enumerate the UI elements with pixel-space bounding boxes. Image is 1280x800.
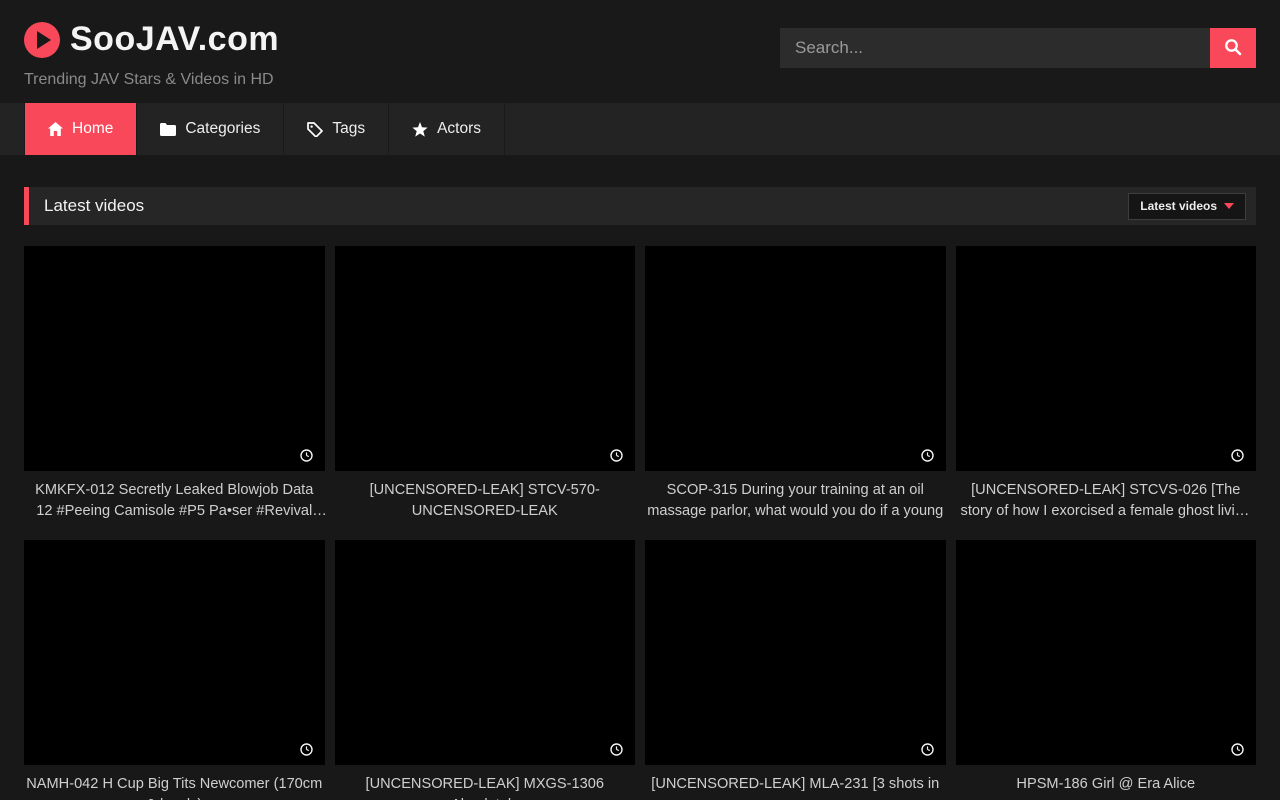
video-card: KMKFX-012 Secretly Leaked Blowjob Data 1… <box>24 246 325 522</box>
sort-dropdown-label: Latest videos <box>1140 199 1217 213</box>
clock-icon <box>300 449 313 462</box>
star-icon <box>412 122 428 137</box>
video-card: [UNCENSORED-LEAK] STCVS-026 [The story o… <box>956 246 1257 522</box>
video-title[interactable]: [UNCENSORED-LEAK] MLA-231 [3 shots in <box>645 774 946 795</box>
clock-icon <box>921 449 934 462</box>
video-thumbnail[interactable] <box>24 246 325 471</box>
video-card: [UNCENSORED-LEAK] MLA-231 [3 shots in <box>645 540 946 800</box>
video-title[interactable]: HPSM-186 Girl @ Era Alice <box>956 774 1257 795</box>
video-thumbnail[interactable] <box>645 246 946 471</box>
clock-icon <box>1231 449 1244 462</box>
clock-icon <box>610 449 623 462</box>
video-thumbnail[interactable] <box>24 540 325 765</box>
clock-icon <box>921 743 934 756</box>
video-title[interactable]: [UNCENSORED-LEAK] STCVS-026 [The story o… <box>956 480 1257 522</box>
video-title[interactable]: [UNCENSORED-LEAK] MXGS-1306 Absolutely <box>335 774 636 800</box>
search-form <box>780 28 1256 68</box>
video-thumbnail[interactable] <box>645 540 946 765</box>
logo[interactable]: SooJAV.com Trending JAV Stars & Videos i… <box>24 20 279 89</box>
video-card: [UNCENSORED-LEAK] STCV-570-UNCENSORED-LE… <box>335 246 636 522</box>
nav-label: Categories <box>185 120 260 138</box>
section-title: Latest videos <box>44 196 144 216</box>
nav-item-home[interactable]: Home <box>24 103 137 155</box>
nav-item-tags[interactable]: Tags <box>284 103 389 155</box>
video-thumbnail[interactable] <box>956 246 1257 471</box>
video-title[interactable]: [UNCENSORED-LEAK] STCV-570-UNCENSORED-LE… <box>335 480 636 522</box>
search-input[interactable] <box>780 28 1210 68</box>
video-title[interactable]: KMKFX-012 Secretly Leaked Blowjob Data 1… <box>24 480 325 522</box>
nav-item-actors[interactable]: Actors <box>389 103 505 155</box>
nav-label: Tags <box>332 120 365 138</box>
clock-icon <box>300 743 313 756</box>
chevron-down-icon <box>1224 203 1234 209</box>
nav-item-categories[interactable]: Categories <box>137 103 284 155</box>
sort-dropdown-button[interactable]: Latest videos <box>1128 193 1246 220</box>
home-icon <box>48 122 63 136</box>
tag-icon <box>307 122 323 137</box>
video-card: [UNCENSORED-LEAK] MXGS-1306 Absolutely <box>335 540 636 800</box>
video-thumbnail[interactable] <box>335 246 636 471</box>
site-tagline: Trending JAV Stars & Videos in HD <box>24 71 279 89</box>
video-title[interactable]: SCOP-315 During your training at an oil … <box>645 480 946 522</box>
search-button[interactable] <box>1210 28 1256 68</box>
video-thumbnail[interactable] <box>335 540 636 765</box>
video-card: NAMH-042 H Cup Big Tits Newcomer (170cm … <box>24 540 325 800</box>
video-grid: KMKFX-012 Secretly Leaked Blowjob Data 1… <box>24 246 1256 800</box>
folder-icon <box>160 123 176 136</box>
main-nav: Home Categories Tags <box>0 103 1280 155</box>
play-icon <box>24 22 60 58</box>
section-header: Latest videos Latest videos <box>24 187 1256 225</box>
video-title[interactable]: NAMH-042 H Cup Big Tits Newcomer (170cm … <box>24 774 325 800</box>
video-card: HPSM-186 Girl @ Era Alice <box>956 540 1257 800</box>
site-title: SooJAV.com <box>70 20 279 59</box>
search-icon <box>1224 38 1242 59</box>
video-card: SCOP-315 During your training at an oil … <box>645 246 946 522</box>
video-thumbnail[interactable] <box>956 540 1257 765</box>
main-content: Latest videos Latest videos KMK <box>0 187 1280 800</box>
nav-label: Home <box>72 120 113 138</box>
site-header: SooJAV.com Trending JAV Stars & Videos i… <box>0 0 1280 103</box>
clock-icon <box>1231 743 1244 756</box>
clock-icon <box>610 743 623 756</box>
nav-label: Actors <box>437 120 481 138</box>
